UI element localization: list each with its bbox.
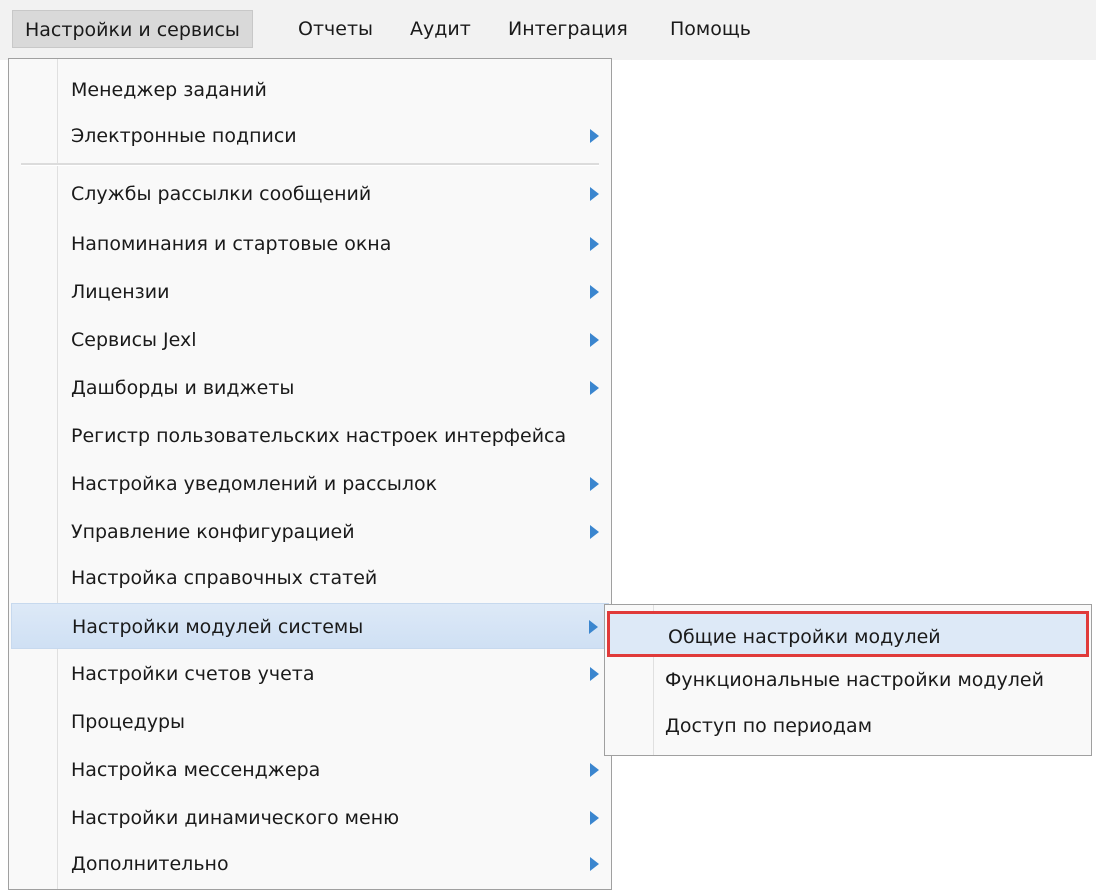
menu-item-help-articles-settings[interactable]: Настройка справочных статей xyxy=(11,555,609,601)
menu-item-label: Настройка мессенджера xyxy=(71,759,321,781)
menu-item-label: Сервисы Jexl xyxy=(71,329,197,351)
submenu-arrow-icon xyxy=(590,525,599,539)
menu-item-system-module-settings[interactable]: Настройки модулей системы xyxy=(11,603,609,649)
menu-bar: Настройки и сервисы Отчеты Аудит Интегра… xyxy=(0,0,1096,60)
menu-item-electronic-signatures[interactable]: Электронные подписи xyxy=(11,113,609,159)
submenu-arrow-icon xyxy=(590,187,599,201)
menu-item-label: Менеджер заданий xyxy=(71,79,267,101)
menu-separator xyxy=(21,163,599,166)
menu-item-dashboards-widgets[interactable]: Дашборды и виджеты xyxy=(11,365,609,411)
menu-item-account-settings[interactable]: Настройки счетов учета xyxy=(11,651,609,697)
submenu-arrow-icon xyxy=(590,237,599,251)
menu-item-label: Процедуры xyxy=(71,711,186,733)
menu-item-licenses[interactable]: Лицензии xyxy=(11,269,609,315)
menubar-item-reports[interactable]: Отчеты xyxy=(286,10,385,48)
menu-item-label: Общие настройки модулей xyxy=(668,626,941,648)
menu-item-label: Доступ по периодам xyxy=(665,715,873,737)
menubar-item-audit[interactable]: Аудит xyxy=(398,10,483,48)
submenu-arrow-icon xyxy=(590,285,599,299)
settings-dropdown-menu: Менеджер заданий Электронные подписи Слу… xyxy=(8,58,612,890)
menu-item-notification-settings[interactable]: Настройка уведомлений и рассылок xyxy=(11,461,609,507)
menu-item-message-services[interactable]: Службы рассылки сообщений xyxy=(11,171,609,217)
menu-item-label: Настройка уведомлений и рассылок xyxy=(71,473,438,495)
submenu-arrow-icon xyxy=(590,811,599,825)
menu-item-label: Функциональные настройки модулей xyxy=(665,669,1044,691)
menubar-item-settings-services[interactable]: Настройки и сервисы xyxy=(12,10,253,48)
menubar-item-integration[interactable]: Интеграция xyxy=(496,10,640,48)
menu-item-label: Дополнительно xyxy=(71,853,229,875)
module-settings-submenu: Общие настройки модулей Функциональные н… xyxy=(604,604,1092,756)
menu-item-user-interface-settings-register[interactable]: Регистр пользовательских настроек интерф… xyxy=(11,413,609,459)
menu-item-messenger-settings[interactable]: Настройка мессенджера xyxy=(11,747,609,793)
submenu-arrow-icon xyxy=(589,620,598,634)
menu-item-label: Настройки модулей системы xyxy=(72,616,364,638)
submenu-arrow-icon xyxy=(590,381,599,395)
menu-item-procedures[interactable]: Процедуры xyxy=(11,699,609,745)
menu-item-reminders-start-windows[interactable]: Напоминания и стартовые окна xyxy=(11,221,609,267)
menu-item-label: Лицензии xyxy=(71,281,170,303)
menu-item-label: Дашборды и виджеты xyxy=(71,377,295,399)
submenu-arrow-icon xyxy=(590,129,599,143)
menu-item-label: Настройка справочных статей xyxy=(71,567,378,589)
submenu-arrow-icon xyxy=(590,763,599,777)
menu-item-configuration-management[interactable]: Управление конфигурацией xyxy=(11,509,609,555)
menu-item-label: Службы рассылки сообщений xyxy=(71,183,372,205)
menu-item-label: Настройки счетов учета xyxy=(71,663,315,685)
menu-item-dynamic-menu-settings[interactable]: Настройки динамического меню xyxy=(11,795,609,841)
submenu-arrow-icon xyxy=(590,477,599,491)
menu-item-label: Регистр пользовательских настроек интерф… xyxy=(71,425,567,447)
menu-item-jexl-services[interactable]: Сервисы Jexl xyxy=(11,317,609,363)
submenu-item-functional-module-settings[interactable]: Функциональные настройки модулей xyxy=(607,657,1089,703)
submenu-arrow-icon xyxy=(590,857,599,871)
submenu-item-period-access[interactable]: Доступ по периодам xyxy=(607,703,1089,749)
menubar-item-help[interactable]: Помощь xyxy=(658,10,763,48)
menu-item-label: Электронные подписи xyxy=(71,125,297,147)
submenu-arrow-icon xyxy=(590,333,599,347)
menu-item-additional[interactable]: Дополнительно xyxy=(11,841,609,887)
submenu-arrow-icon xyxy=(590,667,599,681)
menu-item-label: Напоминания и стартовые окна xyxy=(71,233,392,255)
menu-item-label: Управление конфигурацией xyxy=(71,521,355,543)
submenu-item-general-module-settings[interactable]: Общие настройки модулей xyxy=(607,611,1089,657)
menu-item-task-manager[interactable]: Менеджер заданий xyxy=(11,67,609,113)
menu-item-label: Настройки динамического меню xyxy=(71,807,400,829)
